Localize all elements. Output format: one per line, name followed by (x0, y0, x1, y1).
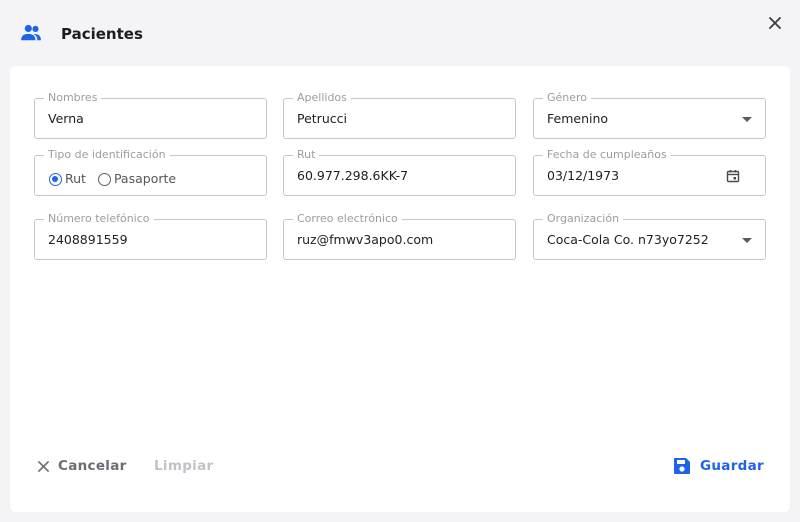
apellidos-label: Apellidos (293, 91, 351, 105)
radio-rut[interactable]: Rut (49, 171, 86, 187)
radio-unchecked-icon (97, 172, 111, 186)
chevron-down-icon (742, 238, 752, 243)
telefono-field[interactable]: Número telefónico 2408891559 (34, 212, 267, 260)
nombres-value: Verna (48, 111, 84, 126)
radio-rut-label: Rut (65, 171, 86, 186)
cancel-button[interactable]: Cancelar (38, 455, 127, 477)
genero-label: Género (543, 91, 592, 105)
save-icon (674, 458, 690, 474)
telefono-label: Número telefónico (44, 212, 154, 226)
genero-value: Femenino (547, 111, 609, 126)
form-card: Nombres Verna Apellidos Petrucci Género … (10, 66, 790, 512)
organizacion-label: Organización (543, 212, 624, 226)
rut-field[interactable]: Rut 60.977.298.6KK-7 (283, 148, 516, 196)
tipo-identificacion-field: Tipo de identificación Rut Pasaporte (34, 148, 267, 196)
radio-checked-icon (49, 172, 62, 186)
apellidos-field[interactable]: Apellidos Petrucci (283, 91, 516, 139)
radio-pasaporte-label: Pasaporte (113, 171, 177, 186)
chevron-down-icon (742, 117, 752, 122)
tipo-identificacion-radio-group: Rut Pasaporte (49, 171, 188, 187)
fecha-cumpleanos-label: Fecha de cumpleaños (543, 148, 671, 162)
organizacion-value: Coca-Cola Co. n73yo7252 (547, 232, 709, 247)
genero-select[interactable]: Género Femenino (533, 91, 766, 139)
correo-label: Correo electrónico (293, 212, 402, 226)
tipo-identificacion-label: Tipo de identificación (44, 148, 170, 162)
save-label: Guardar (700, 458, 764, 474)
save-button[interactable]: Guardar (673, 455, 764, 477)
calendar-icon[interactable] (726, 169, 740, 183)
apellidos-value: Petrucci (297, 111, 347, 126)
close-icon (38, 460, 49, 472)
fecha-cumpleanos-value: 03/12/1973 (547, 168, 620, 183)
organizacion-select[interactable]: Organización Coca-Cola Co. n73yo7252 (533, 212, 766, 260)
dialog-header: Pacientes (0, 0, 800, 66)
page-title: Pacientes (61, 25, 143, 43)
radio-pasaporte[interactable]: Pasaporte (97, 171, 177, 187)
nombres-field[interactable]: Nombres Verna (34, 91, 267, 139)
nombres-label: Nombres (44, 91, 102, 105)
correo-value: ruz@fmwv3apo0.com (297, 232, 434, 247)
rut-value: 60.977.298.6KK-7 (297, 168, 409, 183)
people-icon (21, 24, 41, 41)
rut-label: Rut (293, 148, 320, 162)
correo-field[interactable]: Correo electrónico ruz@fmwv3apo0.com (283, 212, 516, 260)
fecha-cumpleanos-field[interactable]: Fecha de cumpleaños 03/12/1973 (533, 148, 766, 196)
clear-label: Limpiar (154, 458, 214, 474)
clear-button[interactable]: Limpiar (154, 455, 213, 477)
close-icon (769, 17, 781, 29)
close-button[interactable] (764, 12, 786, 34)
telefono-value: 2408891559 (48, 232, 128, 247)
cancel-label: Cancelar (58, 458, 127, 474)
